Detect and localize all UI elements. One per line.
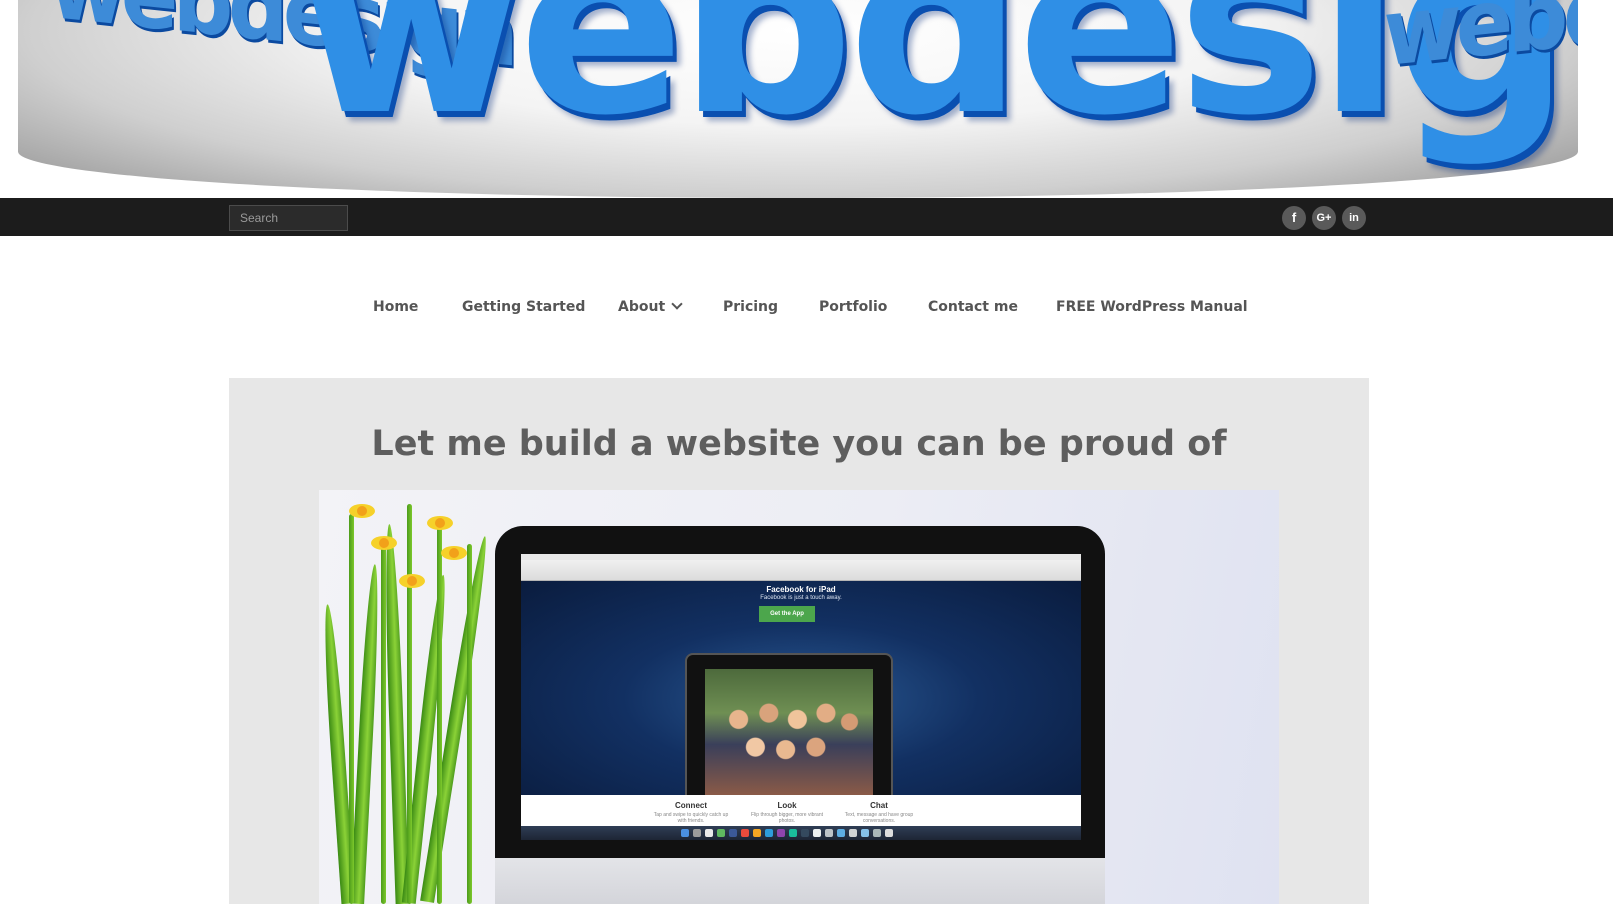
google-plus-icon[interactable]: G+ xyxy=(1312,206,1336,230)
banner-side-word-right: webdesign xyxy=(1383,0,1578,88)
feature-chat: Chat Text, message and have group conver… xyxy=(839,801,919,824)
imac-monitor-graphic: Facebook for iPad Facebook is just a tou… xyxy=(495,526,1105,904)
nav-item-getting-started[interactable]: Getting Started xyxy=(462,297,585,317)
feature-connect: Connect Tap and swipe to quickly catch u… xyxy=(651,801,731,824)
feature-title: Chat xyxy=(870,801,888,810)
ipad-graphic xyxy=(685,653,893,813)
feature-look: Look Flip through bigger, more vibrant p… xyxy=(747,801,827,824)
nav-item-about-label: About xyxy=(618,299,666,315)
screen-get-app-button: Get the App xyxy=(759,606,815,622)
linkedin-icon[interactable]: in xyxy=(1342,206,1366,230)
page-title: Let me build a website you can be proud … xyxy=(371,424,1227,464)
screen-subtitle: Facebook is just a touch away. xyxy=(760,595,842,601)
nav-item-about[interactable]: About xyxy=(618,297,683,317)
feature-text: Flip through bigger, more vibrant photos… xyxy=(751,812,823,824)
header-banner: webdesign webdesign webdesign xyxy=(0,0,1613,198)
feature-title: Look xyxy=(777,801,797,810)
main-navigation: Home Getting Started About Pricing Portf… xyxy=(0,297,1613,317)
imac-screen: Facebook for iPad Facebook is just a tou… xyxy=(521,554,1081,840)
browser-chrome xyxy=(521,560,1081,581)
nav-item-wordpress-manual[interactable]: FREE WordPress Manual xyxy=(1056,297,1248,317)
mac-dock xyxy=(521,826,1081,840)
banner-globe-graphic: webdesign webdesign webdesign xyxy=(18,0,1578,198)
nav-item-contact[interactable]: Contact me xyxy=(928,297,1018,317)
screen-title: Facebook for iPad xyxy=(766,585,836,594)
nav-item-pricing[interactable]: Pricing xyxy=(723,297,778,317)
search-input[interactable] xyxy=(229,205,348,231)
group-photo xyxy=(705,669,873,795)
hero-image: Facebook for iPad Facebook is just a tou… xyxy=(319,490,1279,904)
feature-title: Connect xyxy=(675,801,707,810)
facebook-icon[interactable]: f xyxy=(1282,206,1306,230)
chevron-down-icon xyxy=(671,298,683,310)
feature-text: Tap and swipe to quickly catch up with f… xyxy=(653,812,729,824)
nav-item-portfolio[interactable]: Portfolio xyxy=(819,297,887,317)
nav-item-home[interactable]: Home xyxy=(373,297,418,317)
feature-text: Text, message and have group conversatio… xyxy=(844,812,914,824)
imac-chin xyxy=(495,858,1105,904)
